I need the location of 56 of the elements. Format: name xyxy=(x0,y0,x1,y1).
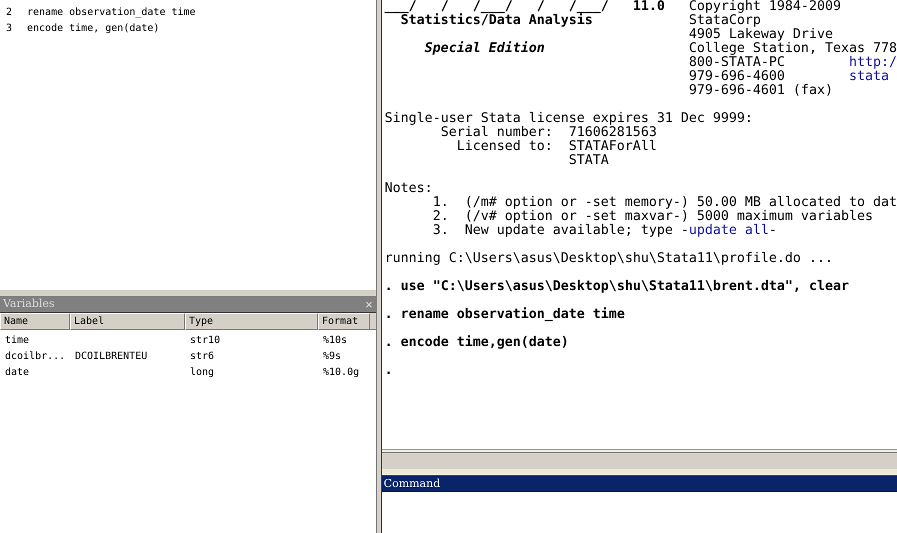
note-text: New update available; type -update all- xyxy=(464,224,777,238)
license-label: Licensed to: xyxy=(456,140,553,154)
table-cell: str6 xyxy=(190,350,214,362)
table-cell: time xyxy=(5,334,30,346)
license-value: STATAForAll xyxy=(568,139,657,154)
panel-title: Variables xyxy=(3,296,55,312)
command-echo: . rename observation_date time xyxy=(384,307,625,322)
variable-row[interactable]: dcoilbr... DCOILBRENTEU str6 %9s xyxy=(0,348,376,364)
note-number: 3. xyxy=(432,224,450,238)
logo-text: ___/ / /___/ / /___/ xyxy=(384,0,610,14)
column-header[interactable]: Label xyxy=(70,313,185,330)
product-name: Statistics/Data Analysis xyxy=(400,13,593,28)
table-cell: long xyxy=(190,366,214,378)
notes-heading: Notes: xyxy=(384,181,433,196)
contact-text: 4905 Lakeway Drive xyxy=(688,27,833,42)
contact-text: College Station, Texas 778 xyxy=(688,41,897,56)
contact-text: 800-STATA-PC xyxy=(688,55,785,70)
contact-text: Copyright 1984-2009 xyxy=(688,0,841,14)
license-value: STATA xyxy=(568,153,609,168)
result-text: running C:\Users\asus\Desktop\shu\Stata11\profile.do ... xyxy=(384,251,833,266)
contact-text: 979-696-4601 (fax) xyxy=(688,83,833,98)
variable-row[interactable]: date long %10.0g xyxy=(0,364,376,380)
line-number: 2 xyxy=(5,6,14,20)
column-header[interactable]: Format xyxy=(318,313,370,330)
command-echo: . encode time,gen(date) xyxy=(384,335,569,350)
table-cell: %10s xyxy=(323,334,348,346)
note-number: 1. xyxy=(432,196,450,210)
review-command[interactable]: rename observation_date time xyxy=(27,5,196,21)
table-cell: DCOILBRENTEU xyxy=(75,350,148,362)
edition-name: Special Edition xyxy=(424,41,545,56)
table-cell: str10 xyxy=(190,334,220,346)
panel-title: Command xyxy=(384,476,440,492)
note-text: (/m# option or -set memory-) 50.00 MB allocated to dat xyxy=(464,196,897,210)
license-value: 71606281563 xyxy=(568,125,657,140)
contact-text: StataCorp xyxy=(688,13,761,28)
license-label: Serial number: xyxy=(440,126,553,140)
table-cell: %10.0g xyxy=(323,366,360,378)
command-echo: . use "C:\Users\asus\Desktop\shu\Stata11\brent.dta", clear xyxy=(384,279,849,294)
command-input[interactable] xyxy=(382,492,897,533)
note-text: (/v# option or -set maxvar-) 5000 maximum variables xyxy=(464,210,873,224)
prompt-text: . xyxy=(384,363,393,378)
license-text: Single-user Stata license expires 31 Dec 9999: xyxy=(384,111,753,126)
note-number: 2. xyxy=(432,210,450,224)
contact-text: 979-696-4600 xyxy=(688,69,785,84)
update-link[interactable]: update all xyxy=(688,223,769,238)
table-cell: date xyxy=(5,366,30,378)
variable-row[interactable]: time str10 %10s xyxy=(0,332,376,348)
line-number: 3 xyxy=(5,22,14,36)
table-cell: %9s xyxy=(323,350,342,362)
column-header[interactable]: Name xyxy=(0,313,70,330)
table-cell: dcoilbr... xyxy=(5,350,66,362)
version-number: 11.0 xyxy=(632,0,665,14)
review-command[interactable]: encode time, gen(date) xyxy=(27,21,160,37)
column-header[interactable]: Type xyxy=(185,313,318,330)
contact-link[interactable]: stata xyxy=(848,69,889,84)
contact-link[interactable]: http:/ xyxy=(848,55,897,70)
